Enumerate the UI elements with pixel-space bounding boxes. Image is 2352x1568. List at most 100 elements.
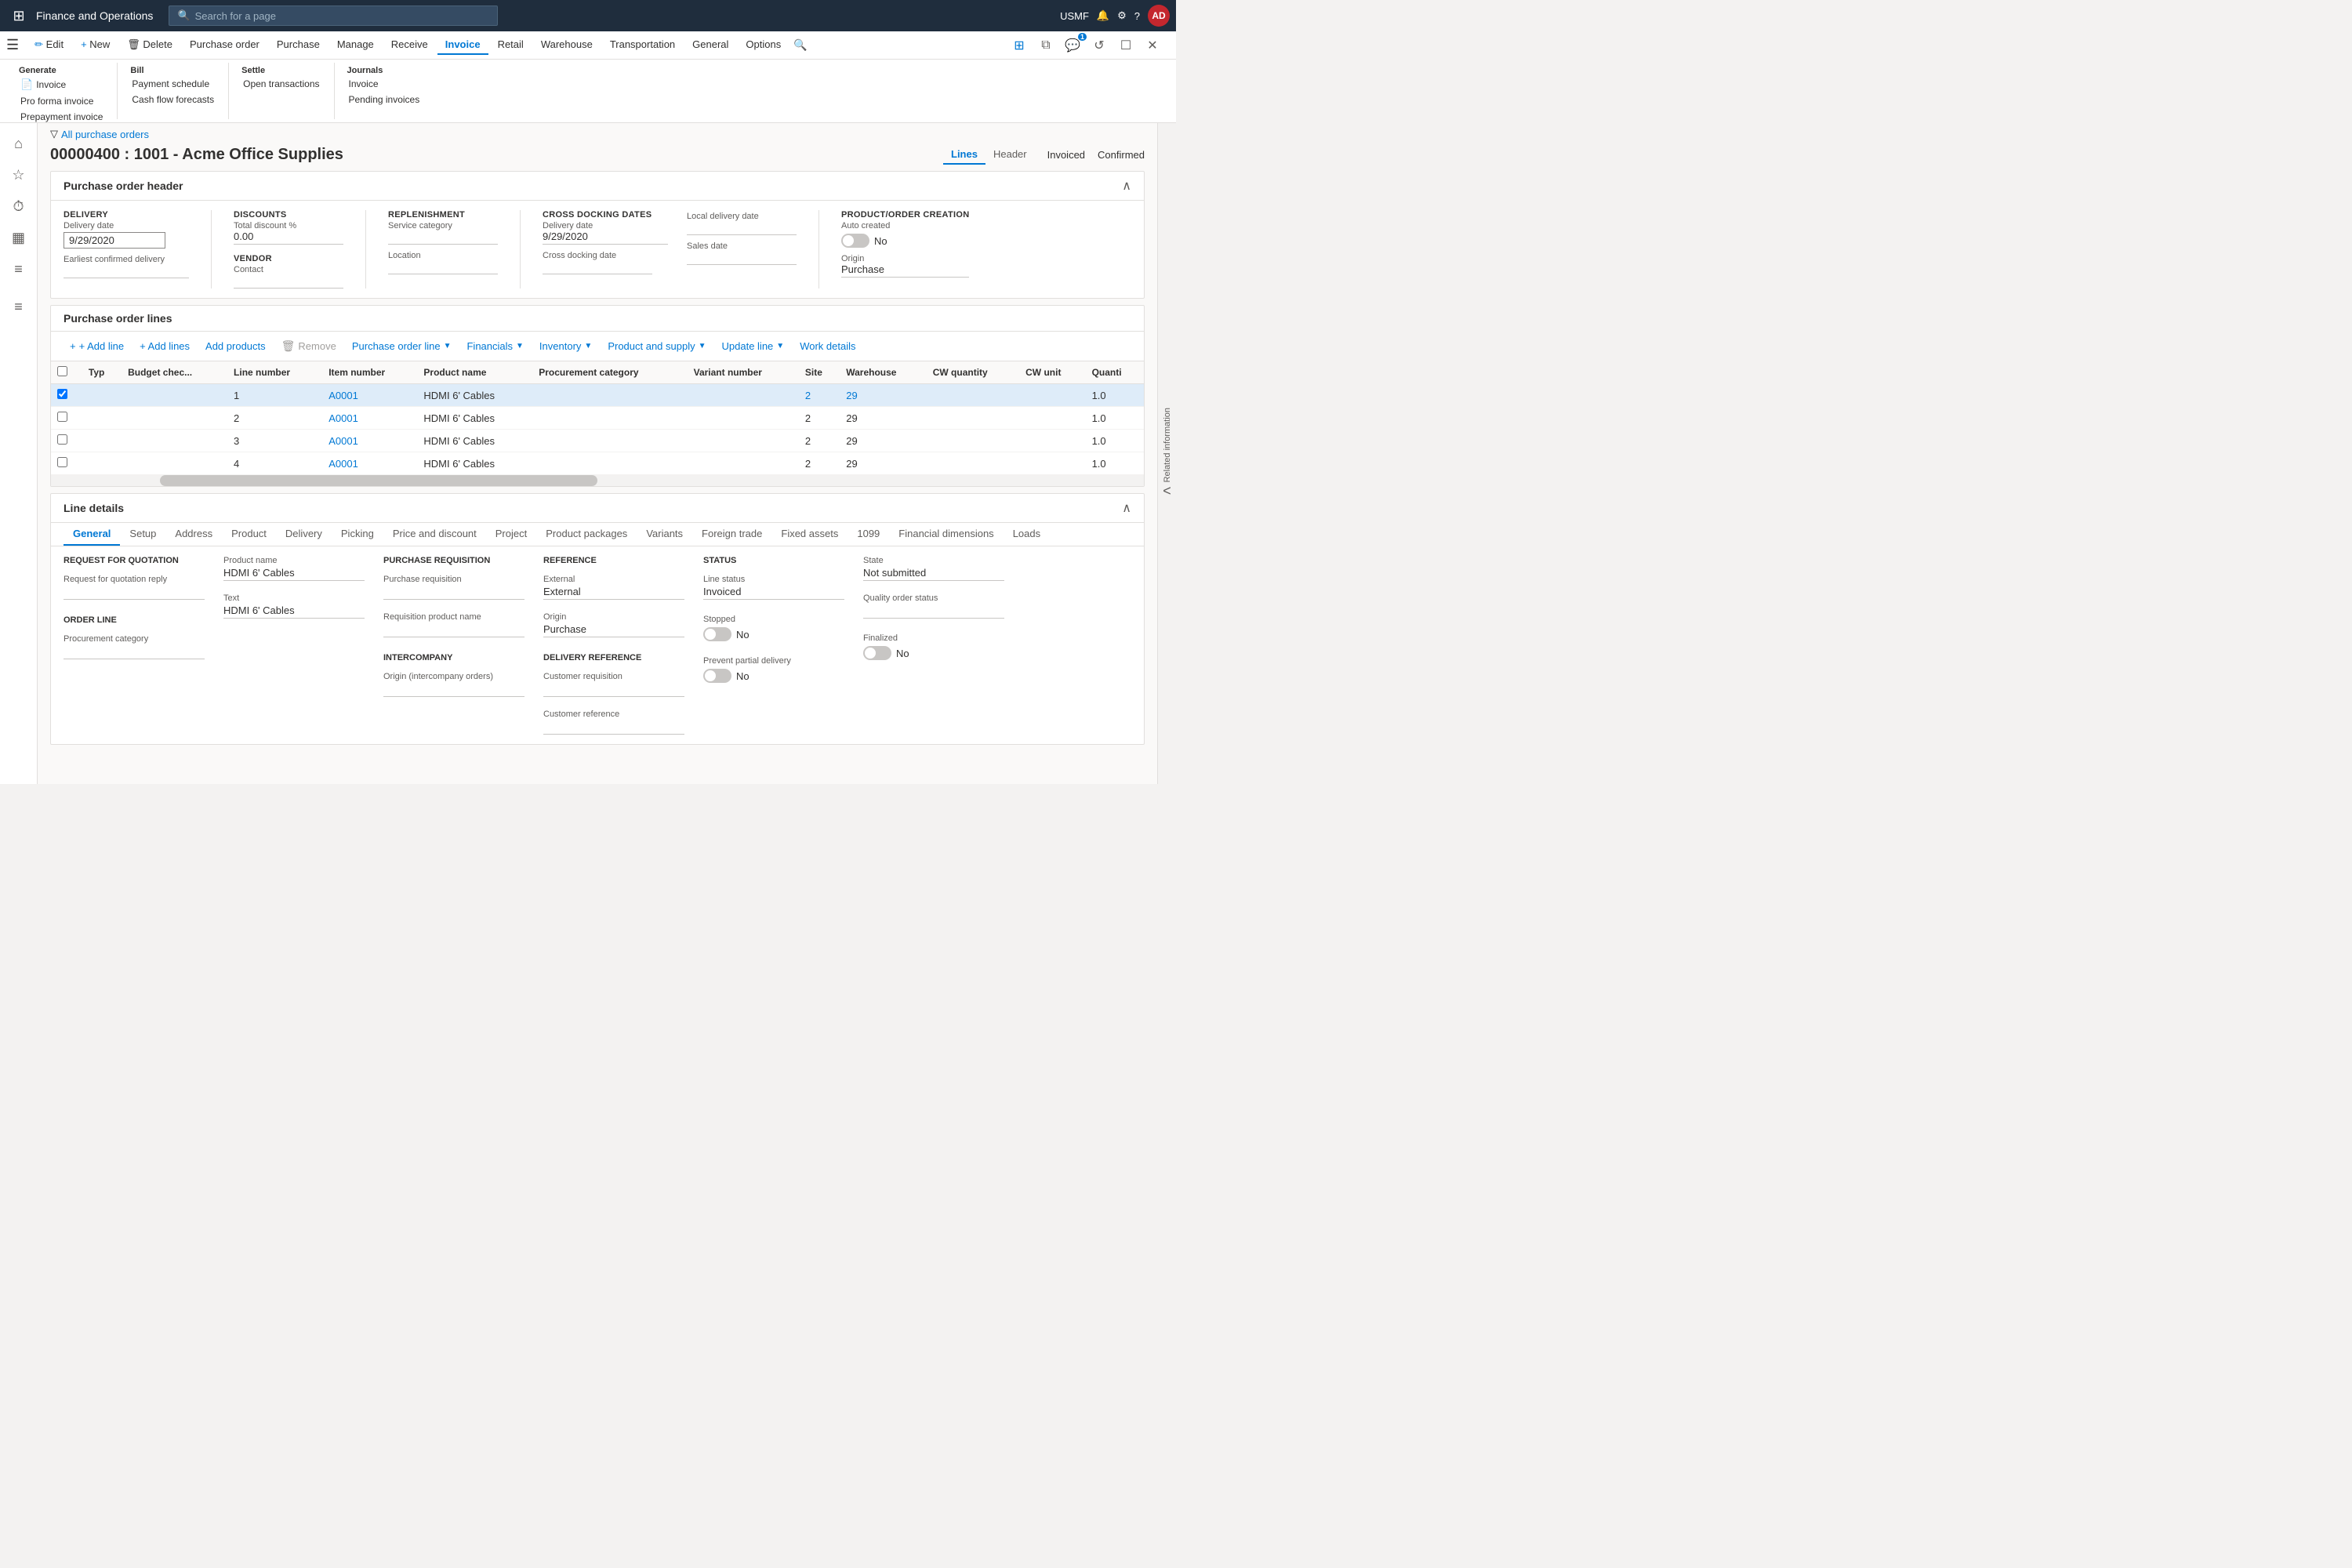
ld-tab-loads[interactable]: Loads	[1004, 523, 1050, 546]
ld-tab-picking[interactable]: Picking	[332, 523, 383, 546]
row-check[interactable]	[51, 430, 82, 452]
table-row[interactable]: 4 A0001 HDMI 6' Cables 2 29 1.0	[51, 452, 1144, 475]
nav-star[interactable]: ☆	[5, 161, 33, 189]
ld-tab-price[interactable]: Price and discount	[383, 523, 486, 546]
tab-transportation[interactable]: Transportation	[602, 35, 683, 55]
tab-warehouse[interactable]: Warehouse	[533, 35, 601, 55]
row-cw-unit	[1019, 452, 1085, 475]
avatar[interactable]: AD	[1148, 5, 1170, 27]
ld-tab-general[interactable]: General	[64, 523, 120, 546]
ld-tab-financial-dim[interactable]: Financial dimensions	[889, 523, 1003, 546]
back-icon[interactable]: ☐	[1115, 34, 1137, 56]
add-products-btn[interactable]: Add products	[199, 337, 272, 355]
ld-tab-packages[interactable]: Product packages	[536, 523, 637, 546]
product-supply-dropdown[interactable]: Product and supply ▼	[601, 337, 712, 355]
page-tab-header[interactable]: Header	[985, 145, 1035, 165]
po-header-toggle[interactable]: Purchase order header ∧	[51, 172, 1144, 201]
tab-invoice[interactable]: Invoice	[437, 35, 488, 55]
prevent-toggle[interactable]	[703, 669, 731, 683]
filter-icon[interactable]: ▽	[50, 128, 58, 140]
breadcrumb-link[interactable]: All purchase orders	[61, 129, 149, 140]
nav-clock[interactable]: ⏱	[5, 192, 33, 220]
prepayment-btn[interactable]: Prepayment invoice	[16, 110, 107, 122]
nav-filter[interactable]: ≡	[5, 292, 33, 321]
related-info-panel[interactable]: Related information <	[1157, 123, 1176, 784]
purchase-req-title: PURCHASE REQUISITION	[383, 556, 524, 565]
financials-dropdown[interactable]: Financials ▼	[460, 337, 529, 355]
ld-tab-fixed[interactable]: Fixed assets	[771, 523, 848, 546]
row-check[interactable]	[51, 384, 82, 407]
close-icon[interactable]: ✕	[1142, 34, 1163, 56]
remove-btn[interactable]: 🗑 Remove	[275, 336, 343, 356]
line-details-toggle[interactable]: Line details ∧	[51, 494, 1144, 523]
payment-schedule-btn[interactable]: Payment schedule	[127, 77, 219, 91]
hamburger-icon[interactable]: ☰	[6, 37, 19, 53]
tab-retail[interactable]: Retail	[490, 35, 532, 55]
add-line-btn[interactable]: + + Add line	[64, 337, 130, 355]
pro-forma-btn[interactable]: Pro forma invoice	[16, 94, 107, 108]
nav-home[interactable]: ⌂	[5, 129, 33, 158]
finalized-toggle[interactable]	[863, 646, 891, 660]
table-row[interactable]: 1 A0001 HDMI 6' Cables 2 29 1.0	[51, 384, 1144, 407]
tab-receive[interactable]: Receive	[383, 35, 436, 55]
pin-icon[interactable]: ⊞	[1008, 34, 1030, 56]
journals-invoice-btn[interactable]: Invoice	[344, 77, 425, 91]
ld-tab-project[interactable]: Project	[486, 523, 536, 546]
ld-tab-foreign[interactable]: Foreign trade	[692, 523, 771, 546]
update-line-dropdown[interactable]: Update line ▼	[716, 337, 791, 355]
tab-purchase[interactable]: Purchase	[269, 35, 328, 55]
purchase-order-line-dropdown[interactable]: Purchase order line ▼	[346, 337, 458, 355]
help-icon[interactable]: ?	[1134, 10, 1140, 22]
procurement-cat-label: Procurement category	[64, 634, 205, 644]
tab-new[interactable]: + New	[73, 35, 118, 55]
generate-invoice-btn[interactable]: 📄Invoice	[16, 77, 107, 93]
row-cw-unit	[1019, 384, 1085, 407]
add-lines-btn[interactable]: + Add lines	[133, 337, 196, 355]
select-all-checkbox[interactable]	[57, 366, 67, 376]
ld-tab-setup[interactable]: Setup	[120, 523, 165, 546]
row-check[interactable]	[51, 407, 82, 430]
tab-purchase-order[interactable]: Purchase order	[182, 35, 267, 55]
page-tab-lines[interactable]: Lines	[943, 145, 985, 165]
table-row[interactable]: 2 A0001 HDMI 6' Cables 2 29 1.0	[51, 407, 1144, 430]
apps-button[interactable]: ⊞	[6, 8, 31, 24]
ld-tab-1099[interactable]: 1099	[848, 523, 889, 546]
ld-tab-address[interactable]: Address	[165, 523, 222, 546]
search-bar[interactable]: 🔍	[169, 5, 498, 26]
tab-delete[interactable]: 🗑 Delete	[119, 35, 180, 56]
row-item[interactable]: A0001	[322, 452, 417, 475]
po-lines-toggle[interactable]: Purchase order lines	[51, 306, 1144, 332]
tab-manage[interactable]: Manage	[329, 35, 382, 55]
stopped-toggle[interactable]	[703, 627, 731, 641]
copy-icon[interactable]: ⧉	[1035, 34, 1057, 56]
inventory-dropdown[interactable]: Inventory ▼	[533, 337, 598, 355]
horizontal-scrollbar[interactable]	[51, 475, 1144, 486]
settings-icon[interactable]: ⚙	[1117, 9, 1127, 22]
auto-created-toggle[interactable]	[841, 234, 869, 248]
tab-general[interactable]: General	[684, 35, 736, 55]
row-item[interactable]: A0001	[322, 407, 417, 430]
row-item[interactable]: A0001	[322, 384, 417, 407]
notifications-icon[interactable]: 💬 1	[1062, 34, 1083, 56]
work-details-btn[interactable]: Work details	[793, 337, 862, 355]
line-details-section: Line details ∧ General Setup Address Pro…	[50, 493, 1145, 745]
ld-tab-product[interactable]: Product	[222, 523, 276, 546]
intercompany-origin-field: Origin (intercompany orders)	[383, 672, 524, 697]
ld-tab-variants[interactable]: Variants	[637, 523, 692, 546]
row-check[interactable]	[51, 452, 82, 475]
cash-flow-btn[interactable]: Cash flow forecasts	[127, 93, 219, 107]
pending-invoices-btn[interactable]: Pending invoices	[344, 93, 425, 107]
ld-tab-delivery[interactable]: Delivery	[276, 523, 332, 546]
row-item[interactable]: A0001	[322, 430, 417, 452]
table-row[interactable]: 3 A0001 HDMI 6' Cables 2 29 1.0	[51, 430, 1144, 452]
search-ribbon-icon[interactable]: 🔍	[793, 38, 807, 52]
nav-list[interactable]: ≡	[5, 255, 33, 283]
tab-options[interactable]: Options	[738, 35, 789, 55]
search-input[interactable]	[195, 10, 490, 22]
open-transactions-btn[interactable]: Open transactions	[238, 77, 324, 91]
nav-grid[interactable]: ▦	[5, 223, 33, 252]
notification-icon[interactable]: 🔔	[1097, 9, 1109, 22]
tab-edit[interactable]: ✏ Edit	[27, 35, 71, 56]
delivery-date-input[interactable]	[64, 232, 165, 249]
refresh-icon[interactable]: ↺	[1088, 34, 1110, 56]
